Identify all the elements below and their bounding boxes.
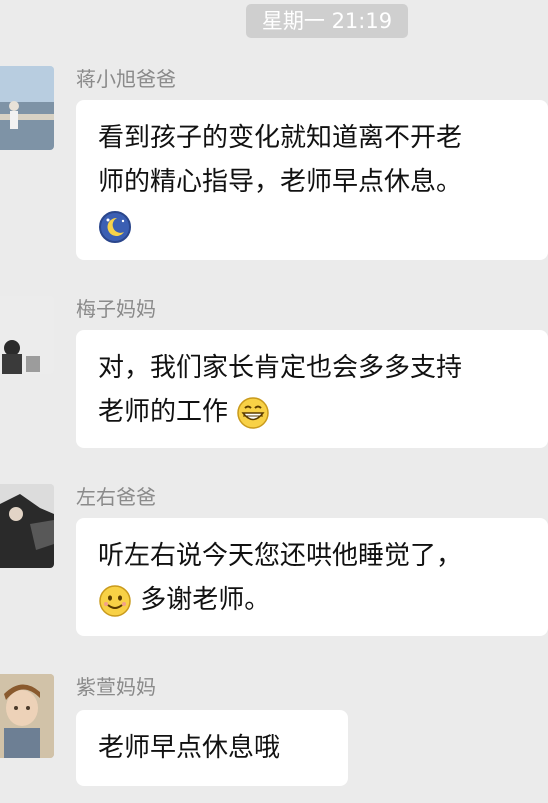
avatar-photo bbox=[0, 484, 54, 568]
message-text-line: 听左右说今天您还哄他睡觉了， bbox=[98, 541, 463, 571]
message-bubble[interactable]: 对，我们家长肯定也会多多支持 老师的工作 bbox=[76, 330, 548, 448]
sender-name: 紫萱妈妈 bbox=[76, 675, 156, 699]
message-text-line: 老师的工作 bbox=[98, 390, 548, 434]
sender-name: 左右爸爸 bbox=[76, 485, 156, 509]
avatar-photo bbox=[0, 674, 54, 758]
message-text-line: 师的精心指导，老师早点休息。 bbox=[98, 167, 463, 197]
moon-emoji-icon bbox=[99, 210, 131, 243]
message-bubble[interactable]: 听左右说今天您还哄他睡觉了， 多谢老师。 bbox=[76, 518, 548, 636]
grin-emoji-icon bbox=[237, 396, 270, 429]
message-text-line: 对，我们家长肯定也会多多支持 bbox=[98, 353, 463, 383]
message-text-line: 老师早点休息哦 bbox=[98, 733, 281, 763]
avatar-photo bbox=[0, 296, 54, 374]
avatar-photo bbox=[0, 66, 54, 150]
timestamp-badge: 星期一 21:19 bbox=[246, 4, 408, 38]
avatar[interactable] bbox=[0, 296, 54, 374]
message-text: 老师的工作 bbox=[98, 397, 229, 427]
message-bubble[interactable]: 老师早点休息哦 bbox=[76, 710, 348, 786]
avatar[interactable] bbox=[0, 674, 54, 758]
avatar[interactable] bbox=[0, 66, 54, 150]
message-bubble[interactable]: 看到孩子的变化就知道离不开老 师的精心指导，老师早点休息。 bbox=[76, 100, 548, 260]
sender-name: 蒋小旭爸爸 bbox=[76, 67, 176, 91]
emoji-line bbox=[98, 204, 548, 248]
sender-name: 梅子妈妈 bbox=[76, 297, 156, 321]
message-text: 多谢老师。 bbox=[140, 585, 271, 615]
smile-emoji-icon bbox=[99, 584, 131, 617]
message-text-line: 看到孩子的变化就知道离不开老 bbox=[98, 123, 463, 153]
avatar[interactable] bbox=[0, 484, 54, 568]
message-text-line: 多谢老师。 bbox=[98, 578, 548, 622]
